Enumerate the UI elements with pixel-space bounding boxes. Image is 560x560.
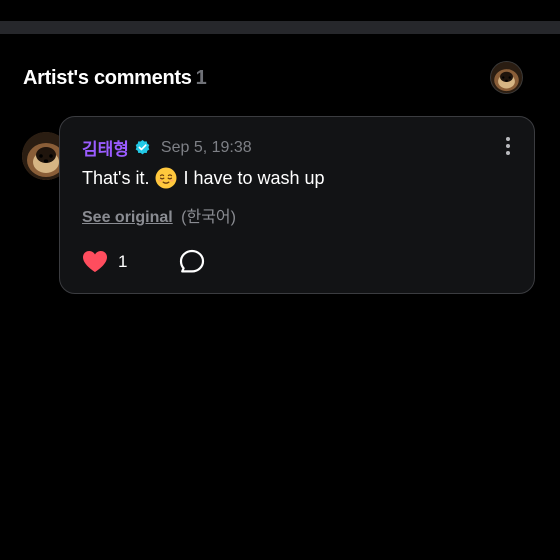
heart-icon xyxy=(83,251,107,272)
like-button[interactable]: 1 xyxy=(82,250,127,273)
comment-card: 김태형 Sep 5, 19:38 That's it. I have to wa… xyxy=(59,116,535,294)
top-divider-bar xyxy=(0,21,560,34)
comment-meta: 김태형 Sep 5, 19:38 xyxy=(82,135,252,160)
comment-text-part-1: That's it. xyxy=(82,167,150,188)
see-original-link[interactable]: See original xyxy=(82,209,173,226)
like-count: 1 xyxy=(118,251,128,271)
section-title: Artist's comments xyxy=(23,67,192,89)
artist-avatar-filter[interactable] xyxy=(491,62,522,93)
author-name[interactable]: 김태형 xyxy=(82,135,129,160)
section-header: Artist's comments 1 xyxy=(23,64,207,92)
comment-text-part-2: I have to wash up xyxy=(183,167,325,188)
comment-count: 1 xyxy=(195,67,207,89)
translation-info: See original (한국어) xyxy=(82,203,236,227)
dog-avatar-image xyxy=(491,62,522,93)
comment-body: That's it. I have to wash up xyxy=(82,167,325,189)
original-language-label: (한국어) xyxy=(181,209,236,226)
comment-bubble-icon xyxy=(180,249,205,273)
comment-timestamp: Sep 5, 19:38 xyxy=(160,138,252,156)
verified-badge-icon xyxy=(134,139,151,156)
relieved-face-emoji-icon xyxy=(155,167,177,189)
reply-button[interactable] xyxy=(179,249,205,274)
comment-actions: 1 xyxy=(82,249,205,274)
more-options-button[interactable] xyxy=(498,135,518,157)
more-vertical-icon xyxy=(506,137,510,141)
